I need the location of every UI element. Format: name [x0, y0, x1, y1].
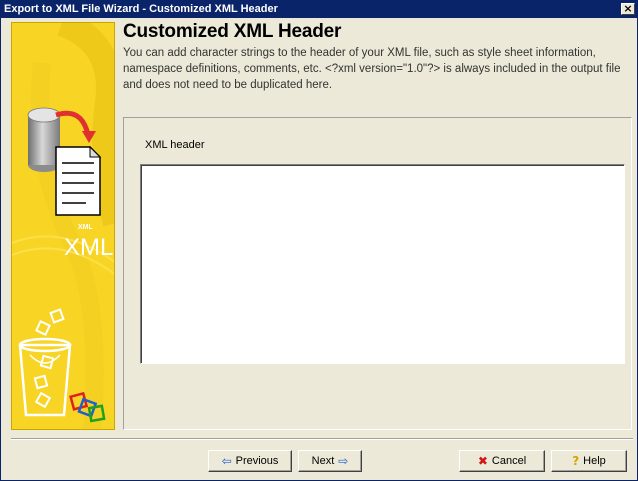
xml-large-text: XML	[64, 234, 113, 261]
arrow-left-icon: ⇦	[221, 454, 232, 468]
help-label: Help	[583, 455, 606, 467]
window-title: Export to XML File Wizard - Customized X…	[4, 3, 278, 15]
page-description: You can add character strings to the hea…	[123, 47, 621, 91]
footer-separator	[11, 438, 633, 440]
title-bar: Export to XML File Wizard - Customized X…	[1, 1, 637, 18]
xml-header-textarea[interactable]	[140, 164, 625, 364]
question-icon: ?	[572, 454, 580, 468]
previous-button[interactable]: ⇦ Previous	[208, 450, 292, 472]
previous-label: Previous	[235, 455, 279, 467]
cancel-label: Cancel	[491, 455, 527, 467]
side-panel-illustration: XML XML	[11, 22, 115, 430]
next-button[interactable]: Next ⇨	[298, 450, 362, 472]
basket-icon	[18, 308, 72, 417]
arrow-right-icon: ⇨	[338, 454, 349, 468]
wizard-window: Export to XML File Wizard - Customized X…	[0, 0, 638, 481]
xml-small-text: XML	[78, 224, 94, 231]
xml-export-illustration: XML XML	[12, 23, 114, 429]
x-icon: ✖	[477, 454, 488, 468]
help-button[interactable]: ? Help	[551, 450, 627, 472]
document-icon	[55, 145, 102, 216]
database-icon	[27, 107, 61, 172]
close-icon: ×	[623, 2, 633, 15]
xml-header-label: XML header	[145, 139, 205, 151]
page-title: Customized XML Header	[123, 21, 342, 42]
cancel-button[interactable]: ✖ Cancel	[459, 450, 545, 472]
content-panel: XML header	[123, 117, 632, 430]
next-label: Next	[311, 455, 335, 467]
close-button[interactable]: ×	[621, 3, 635, 15]
